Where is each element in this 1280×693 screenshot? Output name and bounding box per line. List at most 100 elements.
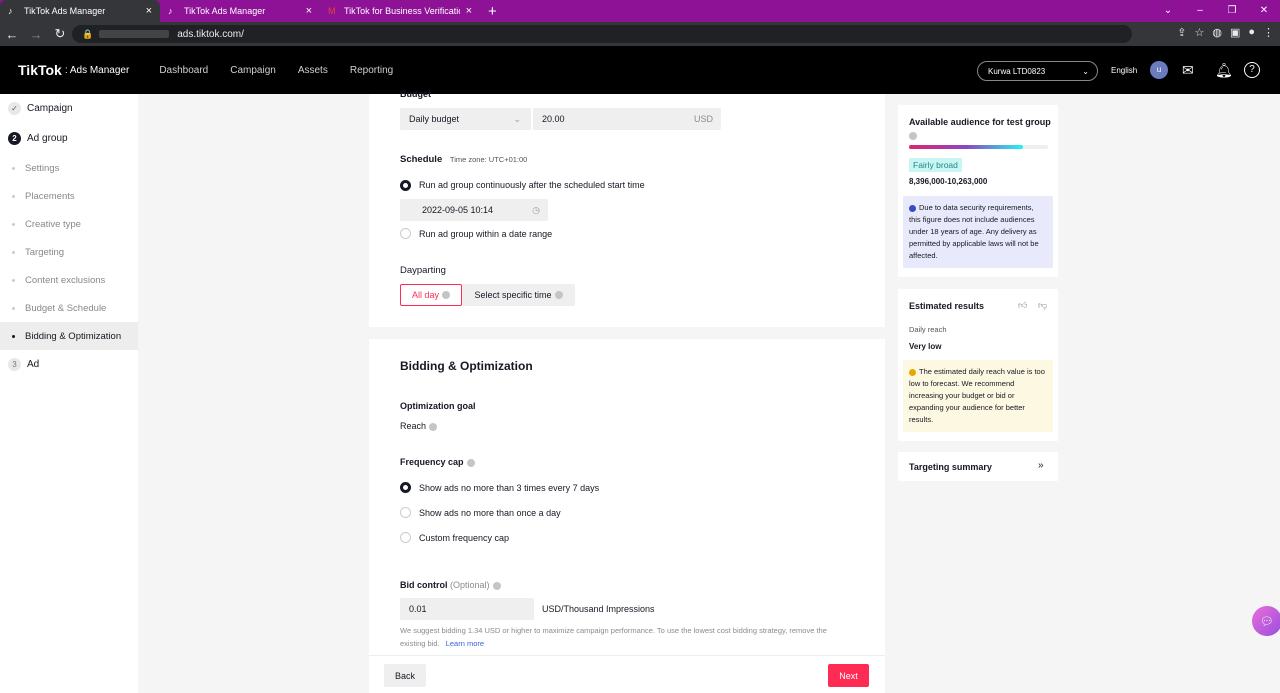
bid-label-text: Bid control (400, 580, 448, 590)
kebab-menu-icon[interactable]: ⋮ (1263, 26, 1274, 39)
share-icon[interactable]: ⇪ (1177, 26, 1186, 39)
schedule-range-radio[interactable] (400, 228, 411, 239)
sidebar-item-label: Budget & Schedule (25, 302, 107, 314)
sidebar-item-creative-type[interactable]: Creative type (0, 210, 138, 238)
language-selector[interactable]: English (1111, 66, 1137, 75)
browser-tab[interactable]: ♪ TikTok Ads Manager × (160, 0, 320, 22)
bid-value: 0.01 (409, 604, 427, 614)
goal-text: Reach (400, 421, 427, 431)
bidding-card: Bidding & Optimization Optimization goal… (369, 339, 885, 657)
sidebar-item-settings[interactable]: Settings (0, 154, 138, 182)
estimated-note-text: The estimated daily reach value is too l… (909, 367, 1045, 424)
sidebar-item-label: Campaign (27, 102, 73, 114)
bid-suggestion: We suggest bidding 1.34 USD or higher to… (400, 626, 827, 635)
close-window-icon[interactable]: ✕ (1248, 0, 1280, 22)
browser-tab[interactable]: ♪ TikTok Ads Manager × (0, 0, 160, 22)
targeting-summary-title: Targeting summary (909, 462, 992, 472)
check-icon: ✓ (8, 101, 21, 115)
help-icon[interactable]: ? (1244, 62, 1260, 78)
thumbs-down-icon[interactable]: 👎︎ (1038, 300, 1047, 311)
estimated-title: Estimated results (909, 301, 985, 311)
menu-assets[interactable]: Assets (298, 65, 328, 76)
sidebar-item-campaign[interactable]: ✓ Campaign (0, 94, 138, 122)
bell-icon[interactable]: 🔔︎ (1215, 62, 1233, 79)
tab-search-icon[interactable]: ⌄ (1152, 0, 1184, 22)
sidebar-item-targeting[interactable]: Targeting (0, 238, 138, 266)
url-text: ads.tiktok.com/ (177, 28, 244, 40)
avatar[interactable]: u (1150, 61, 1168, 79)
audience-note-text: Due to data security requirements, this … (909, 203, 1039, 260)
specific-time-label: Select specific time (474, 290, 552, 300)
audience-info-note: Due to data security requirements, this … (903, 196, 1053, 268)
freq-option-radio[interactable] (400, 507, 411, 518)
all-day-button[interactable]: All day (400, 284, 462, 306)
close-tab-icon[interactable]: × (466, 5, 472, 17)
budget-amount-value: 20.00 (542, 114, 565, 124)
double-chevron-down-icon[interactable]: » (1038, 460, 1044, 471)
back-arrow-icon[interactable]: ← (0, 27, 24, 42)
sidebar-item-placements[interactable]: Placements (0, 182, 138, 210)
tiktok-logo[interactable]: TikTok : Ads Manager (18, 62, 129, 78)
close-tab-icon[interactable]: × (306, 5, 312, 17)
sidebar-item-bidding-optimization[interactable]: Bidding & Optimization (0, 322, 138, 350)
budget-amount-input[interactable]: 20.00 USD (533, 108, 721, 130)
minimize-icon[interactable]: – (1184, 0, 1216, 22)
back-button[interactable]: Back (384, 664, 426, 687)
sidepanel-icon[interactable]: ▣ (1230, 26, 1240, 39)
lock-icon: 🔒 (82, 28, 94, 39)
sidebar-item-ad-group[interactable]: 2 Ad group (0, 122, 138, 154)
star-icon[interactable]: ☆ (1194, 26, 1204, 39)
help-icon (429, 422, 438, 431)
budget-label: Budget (400, 89, 431, 99)
sidebar: ✓ Campaign 2 Ad group Settings Placement… (0, 94, 138, 693)
schedule-continuous-radio[interactable] (400, 180, 411, 191)
info-icon (909, 204, 916, 212)
budget-type-select[interactable]: Daily budget ⌄ (400, 108, 531, 130)
browser-actions: ⇪ ☆ ◍ ▣ ● ⋮ (1177, 26, 1274, 39)
account-selector[interactable]: Kurwa LTD0823 ⌄ (977, 61, 1098, 81)
sidebar-item-label: Creative type (25, 218, 81, 230)
menu-campaign[interactable]: Campaign (230, 65, 276, 76)
restore-icon[interactable]: ❐ (1216, 0, 1248, 22)
sidebar-item-label: Content exclusions (25, 274, 106, 286)
budget-schedule-card: Budget Daily budget ⌄ 20.00 USD Schedule… (369, 89, 885, 327)
profile-icon[interactable]: ● (1248, 26, 1255, 39)
optimization-goal-label: Optimization goal (400, 401, 476, 411)
sidebar-item-content-exclusions[interactable]: Content exclusions (0, 266, 138, 294)
sidebar-item-budget-schedule[interactable]: Budget & Schedule (0, 294, 138, 322)
address-bar[interactable]: 🔒 ads.tiktok.com/ (72, 25, 1132, 43)
thumbs-up-icon[interactable]: 👍︎ (1018, 300, 1027, 311)
new-tab-button[interactable]: + (480, 0, 505, 22)
start-time-input[interactable]: 2022-09-05 10:14 ◷ (400, 199, 548, 221)
schedule-continuous-label: Run ad group continuously after the sche… (419, 180, 645, 190)
menu-reporting[interactable]: Reporting (350, 65, 393, 76)
dot-icon (12, 222, 15, 226)
inbox-icon[interactable]: ✉ (1182, 62, 1194, 79)
warning-icon (909, 368, 916, 376)
reload-icon[interactable]: ↻ (48, 26, 72, 42)
freq-option-radio[interactable] (400, 532, 411, 543)
clock-icon: ◷ (532, 204, 540, 215)
tiktok-favicon-icon: ♪ (168, 6, 173, 16)
specific-time-button[interactable]: Select specific time (462, 284, 575, 306)
audience-card: Available audience for test group Fairly… (898, 105, 1058, 277)
dot-icon (12, 166, 15, 170)
targeting-summary-card[interactable]: Targeting summary » (898, 452, 1058, 481)
daily-reach-value: Very low (909, 342, 942, 351)
audience-level-badge: Fairly broad (909, 158, 962, 172)
bid-unit-label: USD/Thousand Impressions (542, 604, 655, 614)
sidebar-item-label: Placements (25, 190, 75, 202)
browser-tab[interactable]: M TikTok for Business Verification C × (320, 0, 480, 22)
close-tab-icon[interactable]: × (146, 5, 152, 17)
menu-dashboard[interactable]: Dashboard (159, 65, 208, 76)
next-button[interactable]: Next (828, 664, 869, 687)
extension-icon[interactable]: ◍ (1212, 26, 1222, 39)
forward-arrow-icon[interactable]: → (24, 27, 48, 42)
chat-bubble-icon[interactable]: 💬︎ (1252, 606, 1280, 636)
learn-more-link[interactable]: Learn more (446, 639, 484, 648)
schedule-label-text: Schedule (400, 154, 443, 165)
bid-suggestion-line2: existing bid. Learn more (400, 639, 484, 648)
freq-option-radio[interactable] (400, 482, 411, 493)
bid-input[interactable]: 0.01 (400, 598, 534, 620)
sidebar-item-ad[interactable]: 3 Ad (0, 350, 138, 378)
